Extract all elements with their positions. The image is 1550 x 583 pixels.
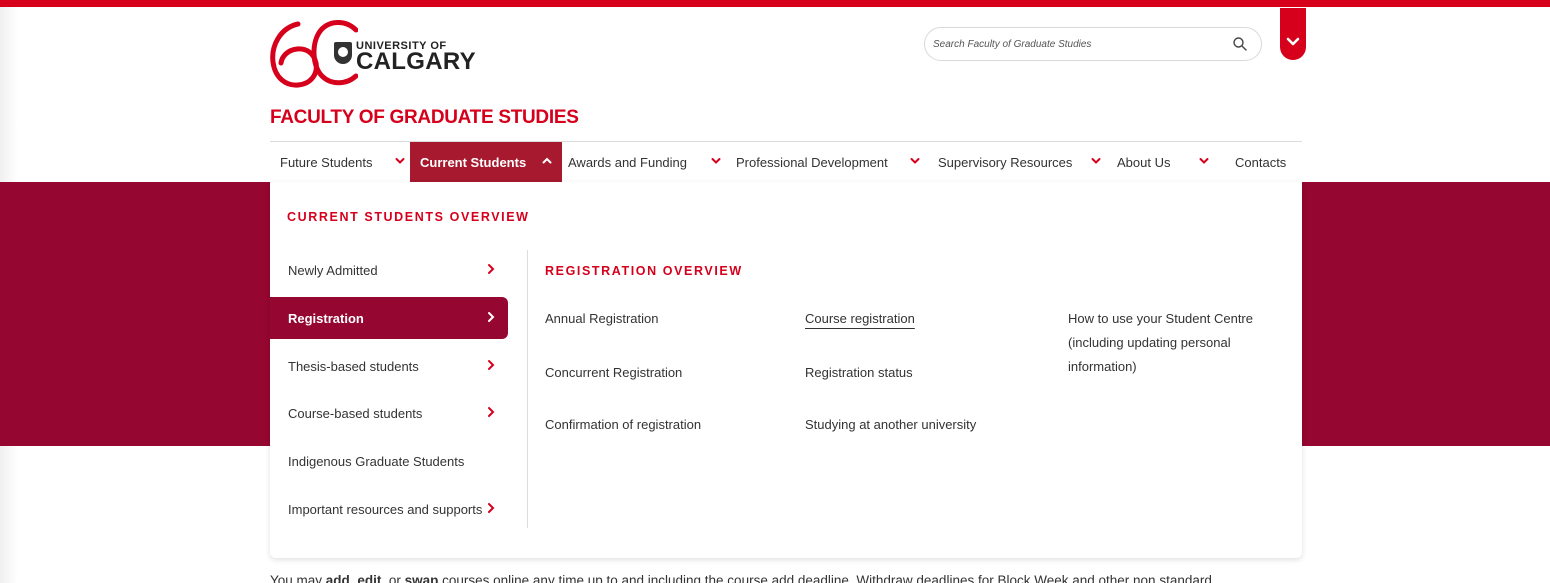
submenu-divider — [527, 250, 528, 528]
nav-item-future-students[interactable]: Future Students — [280, 142, 415, 182]
nav-item-contacts[interactable]: Contacts — [1235, 142, 1305, 182]
chevron-right-icon — [488, 360, 495, 370]
crest-icon — [334, 42, 352, 64]
top-accent-bar — [0, 0, 1550, 7]
submenu-item-registration[interactable]: Registration — [270, 297, 508, 339]
chevron-down-icon[interactable] — [1091, 156, 1101, 166]
submenu-item-thesis-based[interactable]: Thesis-based students — [270, 345, 508, 387]
chevron-down-icon[interactable] — [395, 156, 405, 166]
bold-edit: edit — [357, 573, 382, 583]
chevron-right-icon — [488, 503, 495, 513]
faculty-title-link[interactable]: FACULTY OF GRADUATE STUDIES — [270, 107, 579, 129]
search-box — [924, 27, 1262, 61]
university-logo-link[interactable]: UNIVERSITY OF CALGARY — [268, 18, 476, 88]
current-students-overview-link[interactable]: CURRENT STUDENTS OVERVIEW — [287, 210, 530, 224]
chevron-right-icon — [488, 264, 495, 274]
submenu-item-label: Course-based students — [288, 405, 423, 421]
intro-paragraph: You may add, edit, or swap courses onlin… — [270, 573, 1310, 583]
link-confirmation-of-registration[interactable]: Confirmation of registration — [545, 413, 701, 437]
chevron-up-icon[interactable] — [542, 156, 552, 166]
text-segment: , or — [381, 573, 405, 583]
nav-item-label: Supervisory Resources — [938, 154, 1073, 170]
link-course-registration[interactable]: Course registration — [805, 307, 915, 331]
nav-item-about-us[interactable]: About Us — [1117, 142, 1217, 182]
link-registration-status[interactable]: Registration status — [805, 361, 913, 385]
utility-ribbon-button[interactable] — [1280, 8, 1306, 60]
nav-item-professional-development[interactable]: Professional Development — [736, 142, 926, 182]
nav-item-label: Current Students — [420, 154, 527, 170]
submenu-item-label: Registration — [288, 310, 364, 326]
submenu-item-label: Important resources and supports — [288, 501, 483, 517]
submenu-item-course-based[interactable]: Course-based students — [270, 392, 508, 434]
chevron-right-icon — [488, 407, 495, 417]
main-navigation: Future Students Current Students Awards … — [270, 142, 1302, 182]
link-concurrent-registration[interactable]: Concurrent Registration — [545, 361, 682, 385]
registration-overview-link[interactable]: REGISTRATION OVERVIEW — [545, 264, 743, 278]
submenu-item-label: Thesis-based students — [288, 358, 419, 374]
chevron-down-icon[interactable] — [910, 156, 920, 166]
bold-swap: swap — [404, 573, 439, 583]
submenu-item-newly-admitted[interactable]: Newly Admitted — [270, 249, 508, 291]
link-student-centre-howto[interactable]: How to use your Student Centre (includin… — [1068, 307, 1278, 379]
submenu-item-indigenous-graduate-students[interactable]: Indigenous Graduate Students — [270, 440, 508, 482]
submenu-item-label: Indigenous Graduate Students — [288, 453, 465, 469]
link-studying-at-another-university[interactable]: Studying at another university — [805, 413, 976, 437]
logo-university-name: CALGARY — [356, 48, 476, 75]
link-annual-registration[interactable]: Annual Registration — [545, 307, 658, 331]
mega-menu-panel: CURRENT STUDENTS OVERVIEW Newly Admitted… — [270, 182, 1302, 558]
nav-item-supervisory-resources[interactable]: Supervisory Resources — [938, 142, 1108, 182]
chevron-right-icon — [488, 312, 495, 322]
text-segment: courses online any time up to and includ… — [438, 573, 1212, 583]
nav-item-label: Professional Development — [736, 154, 888, 170]
nav-item-label: Contacts — [1235, 154, 1287, 170]
submenu-item-label: Newly Admitted — [288, 262, 378, 278]
bold-add: add — [325, 573, 350, 583]
chevron-down-icon — [1286, 37, 1300, 46]
nav-item-label: Future Students — [280, 154, 373, 170]
search-icon[interactable] — [1232, 36, 1248, 52]
search-input[interactable] — [933, 33, 1213, 55]
chevron-down-icon[interactable] — [1199, 156, 1209, 166]
chevron-down-icon[interactable] — [711, 156, 721, 166]
text-segment: You may — [270, 573, 326, 583]
nav-item-awards-funding[interactable]: Awards and Funding — [568, 142, 728, 182]
submenu-item-important-resources[interactable]: Important resources and supports — [270, 488, 508, 530]
nav-item-label: Awards and Funding — [568, 154, 688, 170]
nav-item-current-students[interactable]: Current Students — [410, 142, 562, 182]
nav-item-label: About Us — [1117, 154, 1171, 170]
